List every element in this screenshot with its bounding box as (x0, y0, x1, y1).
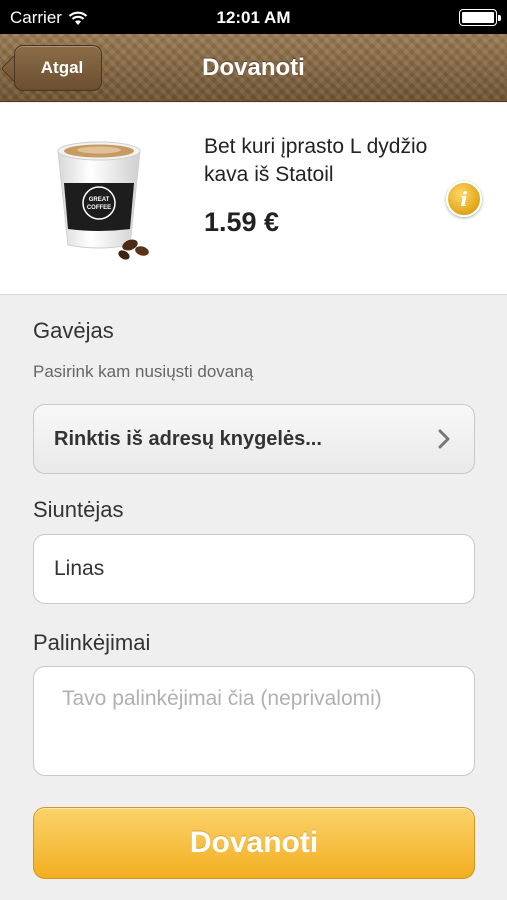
product-price: 1.59 € (204, 207, 280, 237)
chevron-right-icon (438, 429, 450, 449)
sender-input[interactable]: Linas (33, 534, 475, 604)
recipient-label: Gavėjas (33, 318, 114, 343)
back-button-label: Atgal (40, 58, 84, 77)
gift-submit-button[interactable]: Dovanoti (33, 807, 475, 879)
back-button[interactable]: Atgal (14, 45, 102, 91)
recipient-hint: Pasirink kam nusiųsti dovaną (33, 362, 254, 381)
coffee-cup-image: GREAT COFFEE (57, 141, 149, 260)
gift-submit-label: Dovanoti (189, 826, 319, 859)
info-icon: i (460, 187, 468, 211)
address-book-button-label: Rinktis iš adresų knygelės... (54, 427, 322, 450)
address-book-button[interactable]: Rinktis iš adresų knygelės... (33, 404, 475, 474)
sender-input-value: Linas (54, 557, 105, 580)
status-bar: Carrier 12:01 AM (0, 0, 507, 34)
wishes-textarea[interactable]: Tavo palinkėjimai čia (neprivalomi) (33, 666, 475, 776)
wishes-placeholder: Tavo palinkėjimai čia (neprivalomi) (62, 687, 382, 710)
product-name: Bet kuri įprasto L dydžio kava iš Statoi… (204, 135, 428, 186)
wishes-label: Palinkėjimai (33, 630, 151, 655)
svg-text:GREAT: GREAT (89, 197, 110, 203)
navigation-bar: Atgal Dovanoti (0, 34, 507, 102)
product-card: GREAT COFFEE Bet kuri įprasto L dydžio k… (0, 103, 507, 295)
battery-icon (459, 9, 501, 26)
info-button[interactable]: i (446, 181, 482, 217)
sender-label: Siuntėjas (33, 497, 124, 522)
svg-text:COFFEE: COFFEE (87, 205, 111, 211)
back-button-container: Atgal (14, 45, 102, 91)
status-time: 12:01 AM (216, 8, 291, 27)
